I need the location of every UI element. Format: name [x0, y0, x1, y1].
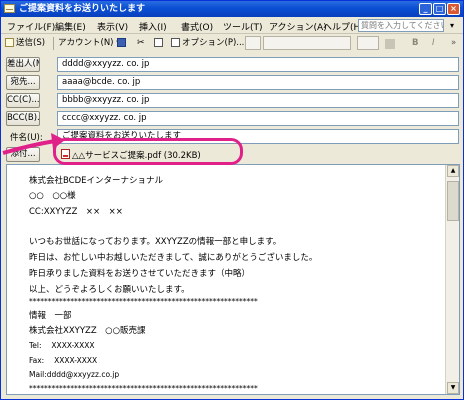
options-label: オプション(P)...	[182, 38, 245, 48]
menu-edit[interactable]: 編集(E)	[55, 20, 86, 33]
body-line: 株式会社BCDEインターナショナル	[29, 176, 164, 186]
body-line: ○○ ○○様	[29, 191, 76, 201]
cc-button[interactable]: CC(C)...	[6, 93, 40, 108]
envelope-icon	[4, 4, 15, 13]
more-options-icon[interactable]: »	[451, 37, 456, 50]
menu-tools[interactable]: ツール(T)	[223, 20, 263, 33]
options-button[interactable]: オプション(P)...	[171, 37, 244, 50]
bcc-field[interactable]: cccc@xxyyzz. co. jp	[57, 111, 459, 126]
menu-bar: ファイル(F) 編集(E) 表示(V) 挿入(I) 書式(O) ツール(T) ア…	[1, 17, 463, 34]
scroll-down-icon[interactable]: ▼	[447, 382, 459, 394]
copy-icon[interactable]	[154, 37, 165, 50]
help-search-input[interactable]: 質問を入力してください	[358, 19, 444, 32]
to-field[interactable]: aaaa@bcde. co. jp	[57, 75, 459, 90]
save-icon[interactable]	[117, 37, 128, 50]
signature-divider: ****************************************…	[29, 384, 258, 393]
body-line: 株式会社XXYYZZ ○○販売課	[29, 326, 146, 336]
maximize-button[interactable]: □	[433, 3, 446, 15]
cc-field[interactable]: bbbb@xxyyzz. co. jp	[57, 93, 459, 108]
font-color-icon[interactable]	[385, 39, 395, 49]
pointer-arrow-icon	[2, 133, 65, 155]
menu-file[interactable]: ファイル(F)	[7, 20, 55, 33]
account-button[interactable]: アカウント(N) ▾	[58, 37, 120, 50]
from-field[interactable]: dddd@xxyyzz. co. jp	[57, 57, 459, 72]
help-dropdown-icon[interactable]: ▾	[446, 19, 458, 32]
signature-divider: ****************************************…	[29, 297, 258, 306]
body-line: Tel: XXXX-XXXX	[29, 341, 95, 350]
body-line: いつもお世話になっております。XXYYZZの情報一部と申します。	[29, 237, 282, 247]
cut-icon[interactable]: ✂	[137, 37, 145, 50]
vertical-scrollbar[interactable]: ▲ ▼	[445, 165, 459, 394]
menu-insert[interactable]: 挿入(I)	[139, 20, 167, 33]
menu-format[interactable]: 書式(O)	[181, 20, 213, 33]
body-line: Fax: XXXX-XXXX	[29, 356, 98, 365]
font-style-dropdown[interactable]	[245, 36, 261, 50]
minimize-button[interactable]: _	[419, 3, 432, 15]
options-icon	[171, 38, 180, 47]
scroll-up-icon[interactable]: ▲	[447, 165, 459, 177]
menu-actions[interactable]: アクション(A)	[269, 20, 327, 33]
window-title: ご提案資料をお送りいたします	[19, 4, 146, 14]
bold-button[interactable]: B	[412, 37, 418, 50]
body-line: 昨日は、お忙しい中お越しいただきまして、誠にありがとうございました。	[29, 253, 318, 263]
body-line: 情報 一部	[29, 311, 72, 321]
message-body[interactable]: 株式会社BCDEインターナショナル ○○ ○○様 CC:XXYYZZ ×× ××…	[6, 164, 460, 395]
toolbar-separator	[53, 37, 54, 50]
font-size-dropdown[interactable]	[357, 36, 379, 50]
from-button[interactable]: 差出人(M)...	[6, 57, 40, 72]
close-button[interactable]: ×	[447, 3, 460, 15]
attachment-highlight	[53, 138, 243, 165]
body-line: Mail:dddd@xxyyzz.co.jp	[29, 370, 120, 379]
font-name-dropdown[interactable]	[263, 36, 351, 50]
title-bar[interactable]: ご提案資料をお送りいたします _ □ ×	[1, 1, 463, 17]
italic-button[interactable]: I	[432, 37, 435, 50]
body-line: 昨日承りました資料をお送りさせていただきます（中略）	[29, 269, 251, 279]
compose-window: ご提案資料をお送りいたします _ □ × ファイル(F) 編集(E) 表示(V)…	[0, 0, 464, 400]
menu-view[interactable]: 表示(V)	[97, 20, 128, 33]
send-label: 送信(S)	[16, 38, 46, 48]
body-line: CC:XXYYZZ ×× ××	[29, 207, 123, 217]
toolbar: 送信(S) アカウント(N) ▾ ✂ オプション(P)... B I »	[1, 35, 463, 52]
send-icon	[5, 38, 14, 47]
scroll-thumb[interactable]	[447, 181, 459, 221]
send-button[interactable]: 送信(S)	[5, 37, 45, 50]
to-button[interactable]: 宛先...	[6, 75, 40, 90]
body-line: 以上、どうぞよろしくお願いいたします。	[29, 285, 190, 295]
